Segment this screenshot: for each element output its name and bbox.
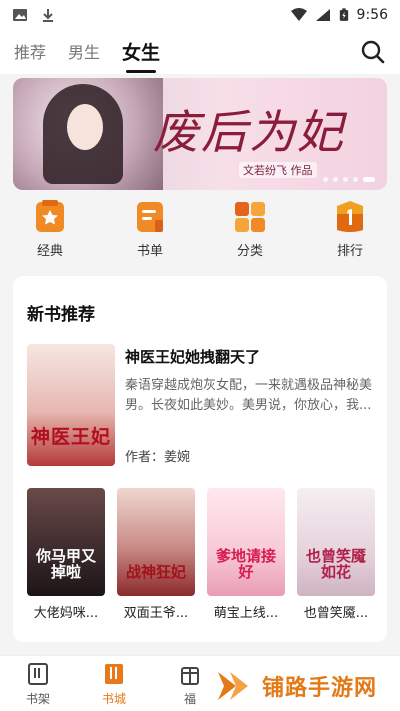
carousel-dot: [343, 177, 348, 182]
quick-links: 经典 书单 分类 排行: [0, 200, 400, 270]
featured-book-cover[interactable]: 神医王妃: [27, 344, 115, 466]
book-title: 萌宝上线...: [213, 606, 279, 621]
bottom-nav-bookshelf[interactable]: 书架: [0, 656, 76, 711]
quick-link-booklist[interactable]: 书单: [100, 200, 200, 270]
bookshelf-icon: [28, 663, 48, 685]
quick-link-label: 书单: [136, 244, 163, 259]
search-icon[interactable]: [360, 39, 386, 65]
download-icon: [43, 9, 53, 22]
banner-illustration: [13, 78, 163, 190]
carousel-indicator: [323, 177, 375, 182]
cover-title-art: 爹地请接好: [215, 547, 276, 581]
quick-link-label: 排行: [336, 244, 363, 259]
star-bookmark-icon: [36, 200, 64, 232]
welfare-icon: [181, 667, 199, 685]
featured-book-author: 作者：姜婉: [125, 450, 191, 465]
book-item[interactable]: 也曾笑魇如花 也曾笑魇...: [297, 488, 375, 621]
bottom-nav-label: 书架: [25, 692, 50, 706]
carousel-dot: [353, 177, 358, 182]
tab-female[interactable]: 女生: [122, 38, 160, 73]
bottom-nav-bookstore[interactable]: 书城: [76, 656, 152, 711]
status-time: 9:56: [356, 7, 388, 23]
cover-title-art: 你马甲又掉啦: [35, 547, 96, 581]
category-grid-icon: [235, 202, 265, 232]
quick-link-category[interactable]: 分类: [200, 200, 300, 270]
banner-title: 废后为妃: [153, 105, 345, 159]
watermark-text: 铺路手游网: [262, 675, 378, 701]
cover-title-art: 神医王妃: [31, 426, 112, 448]
book-cover[interactable]: 战神狂妃: [117, 488, 195, 596]
book-item[interactable]: 爹地请接好 萌宝上线...: [207, 488, 285, 621]
cover-title-art: 也曾笑魇如花: [305, 547, 366, 581]
watermark-logo-icon: [218, 671, 248, 700]
featured-book-title[interactable]: 神医王妃她拽翻天了: [125, 346, 260, 367]
cover-title-art: 战神狂妃: [125, 563, 186, 581]
bottom-nav-label: 福: [183, 692, 196, 706]
bookstore-icon: [105, 664, 123, 684]
status-bar: 9:56: [0, 0, 400, 30]
carousel-dot: [323, 177, 328, 182]
quick-link-label: 经典: [36, 244, 63, 259]
carousel-dot-active: [363, 177, 375, 182]
section-title: 新书推荐: [27, 305, 95, 325]
quick-link-ranking[interactable]: 排行: [300, 200, 400, 270]
book-list: 你马甲又掉啦 大佬妈咪... 战神狂妃 双面王爷... 爹地请接好 萌宝上线..…: [27, 488, 375, 621]
rank-one-icon: [337, 201, 363, 232]
bottom-nav-label: 书城: [101, 692, 126, 706]
quick-link-classic[interactable]: 经典: [0, 200, 100, 270]
book-title: 双面王爷...: [123, 606, 189, 621]
battery-icon: [339, 8, 348, 21]
book-title: 大佬妈咪...: [33, 606, 99, 621]
wifi-icon: [290, 8, 307, 21]
tab-recommend[interactable]: 推荐: [14, 39, 46, 65]
book-item[interactable]: 你马甲又掉啦 大佬妈咪...: [27, 488, 105, 621]
signal-icon: [315, 9, 330, 21]
site-watermark: 铺路手游网: [206, 660, 400, 711]
new-books-section: 新书推荐 神医王妃 神医王妃她拽翻天了 秦语穿越成炮灰女配，一来就遇极品神秘美男…: [13, 276, 387, 642]
image-icon: [13, 9, 27, 21]
tab-male[interactable]: 男生: [68, 39, 100, 65]
book-item[interactable]: 战神狂妃 双面王爷...: [117, 488, 195, 621]
promo-banner[interactable]: 废后为妃 文若纷飞 作品: [13, 78, 387, 190]
quick-link-label: 分类: [236, 244, 263, 259]
top-nav: 推荐 男生 女生: [0, 30, 400, 74]
carousel-dot: [333, 177, 338, 182]
book-title: 也曾笑魇...: [303, 606, 369, 621]
book-cover[interactable]: 你马甲又掉啦: [27, 488, 105, 596]
banner-byline: 文若纷飞 作品: [239, 162, 317, 178]
featured-book-description: 秦语穿越成炮灰女配，一来就遇极品神秘美男。长夜如此美妙。美男说，你放心，我...: [125, 378, 373, 413]
book-cover[interactable]: 也曾笑魇如花: [297, 488, 375, 596]
list-book-icon: [137, 202, 163, 232]
book-cover[interactable]: 爹地请接好: [207, 488, 285, 596]
